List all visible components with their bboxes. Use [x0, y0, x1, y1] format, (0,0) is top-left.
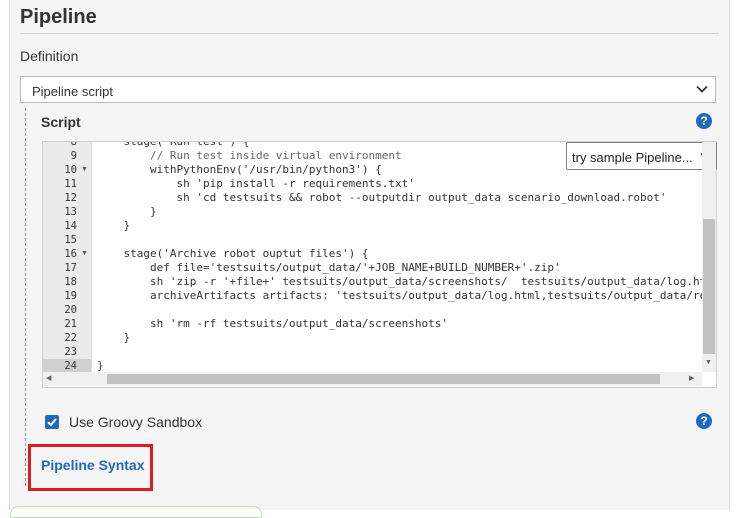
script-label: Script — [41, 114, 81, 130]
code-line[interactable]: } — [97, 359, 104, 373]
scroll-down-arrow-icon[interactable]: ▼ — [705, 359, 712, 367]
code-line[interactable]: } — [97, 205, 157, 219]
sample-pipeline-selected-value: try sample Pipeline... — [572, 150, 693, 165]
line-number: 22 — [64, 332, 77, 344]
fold-arrow-icon[interactable]: ▼ — [81, 247, 88, 261]
line-number: 16 — [64, 248, 77, 260]
sample-pipeline-select[interactable]: try sample Pipeline... — [566, 142, 717, 170]
groovy-sandbox-checkbox[interactable] — [45, 415, 59, 429]
line-number: 21 — [64, 318, 77, 330]
groovy-sandbox-label[interactable]: Use Groovy Sandbox — [69, 414, 202, 430]
fold-arrow-icon[interactable]: ▼ — [81, 163, 88, 177]
section-divider — [20, 33, 719, 34]
line-number: 8 — [70, 141, 77, 148]
line-number: 10 — [64, 164, 77, 176]
line-number: 13 — [64, 206, 77, 218]
line-number: 23 — [64, 346, 77, 358]
code-line[interactable]: sh 'zip -r '+file+' testsuits/output_dat… — [97, 275, 706, 289]
checkmark-icon — [47, 418, 57, 427]
code-line[interactable]: withPythonEnv('/usr/bin/python3') { — [97, 163, 382, 177]
horizontal-scroll-thumb[interactable] — [107, 374, 660, 384]
code-line[interactable]: } — [97, 331, 130, 345]
pipeline-syntax-link[interactable]: Pipeline Syntax — [41, 457, 144, 473]
sandbox-help-icon[interactable]: ? — [696, 413, 712, 429]
editor-vertical-scrollbar[interactable]: ▼ — [702, 142, 716, 372]
line-number: 12 — [64, 192, 77, 204]
editor-horizontal-scrollbar[interactable]: ◀ ▶ — [43, 372, 702, 386]
bottom-edge-decoration — [10, 506, 262, 518]
chevron-down-icon — [696, 85, 708, 93]
definition-select[interactable]: Pipeline script — [20, 76, 716, 103]
scroll-left-arrow-icon[interactable]: ◀ — [46, 375, 51, 383]
line-number: 15 — [64, 234, 77, 246]
line-number: 19 — [64, 290, 77, 302]
code-line[interactable]: sh 'pip install -r requirements.txt' — [97, 177, 414, 191]
code-line[interactable]: stage('Archive robot ouptut files') { — [97, 247, 368, 261]
vertical-scroll-thumb[interactable] — [703, 219, 715, 354]
code-line[interactable]: // Run test inside virtual environment — [97, 149, 402, 163]
section-title: Pipeline — [20, 6, 97, 28]
code-line[interactable]: } — [97, 219, 130, 233]
section-indent-line — [25, 108, 26, 486]
code-line[interactable]: sh 'cd testsuits && robot --outputdir ou… — [97, 191, 666, 205]
line-number: 20 — [64, 304, 77, 316]
script-help-icon[interactable]: ? — [696, 113, 712, 129]
line-number: 11 — [64, 178, 77, 190]
line-number: 24 — [64, 360, 77, 372]
definition-label: Definition — [20, 48, 79, 64]
code-line[interactable]: sh 'rm -rf testsuits/output_data/screens… — [97, 317, 448, 331]
scroll-right-arrow-icon[interactable]: ▶ — [689, 375, 694, 383]
code-line[interactable]: archiveArtifacts artifacts: 'testsuits/o… — [97, 289, 706, 303]
definition-selected-value: Pipeline script — [32, 84, 113, 99]
script-editor[interactable]: 8 stage('Run test') { 9 // Run test insid… — [42, 141, 717, 388]
code-line[interactable]: def file='testsuits/output_data/'+JOB_NA… — [97, 261, 561, 275]
code-line[interactable]: stage('Run test') { — [97, 142, 249, 149]
line-number: 9 — [70, 150, 77, 162]
line-number: 17 — [64, 262, 77, 274]
line-number: 14 — [64, 220, 77, 232]
line-number: 18 — [64, 276, 77, 288]
